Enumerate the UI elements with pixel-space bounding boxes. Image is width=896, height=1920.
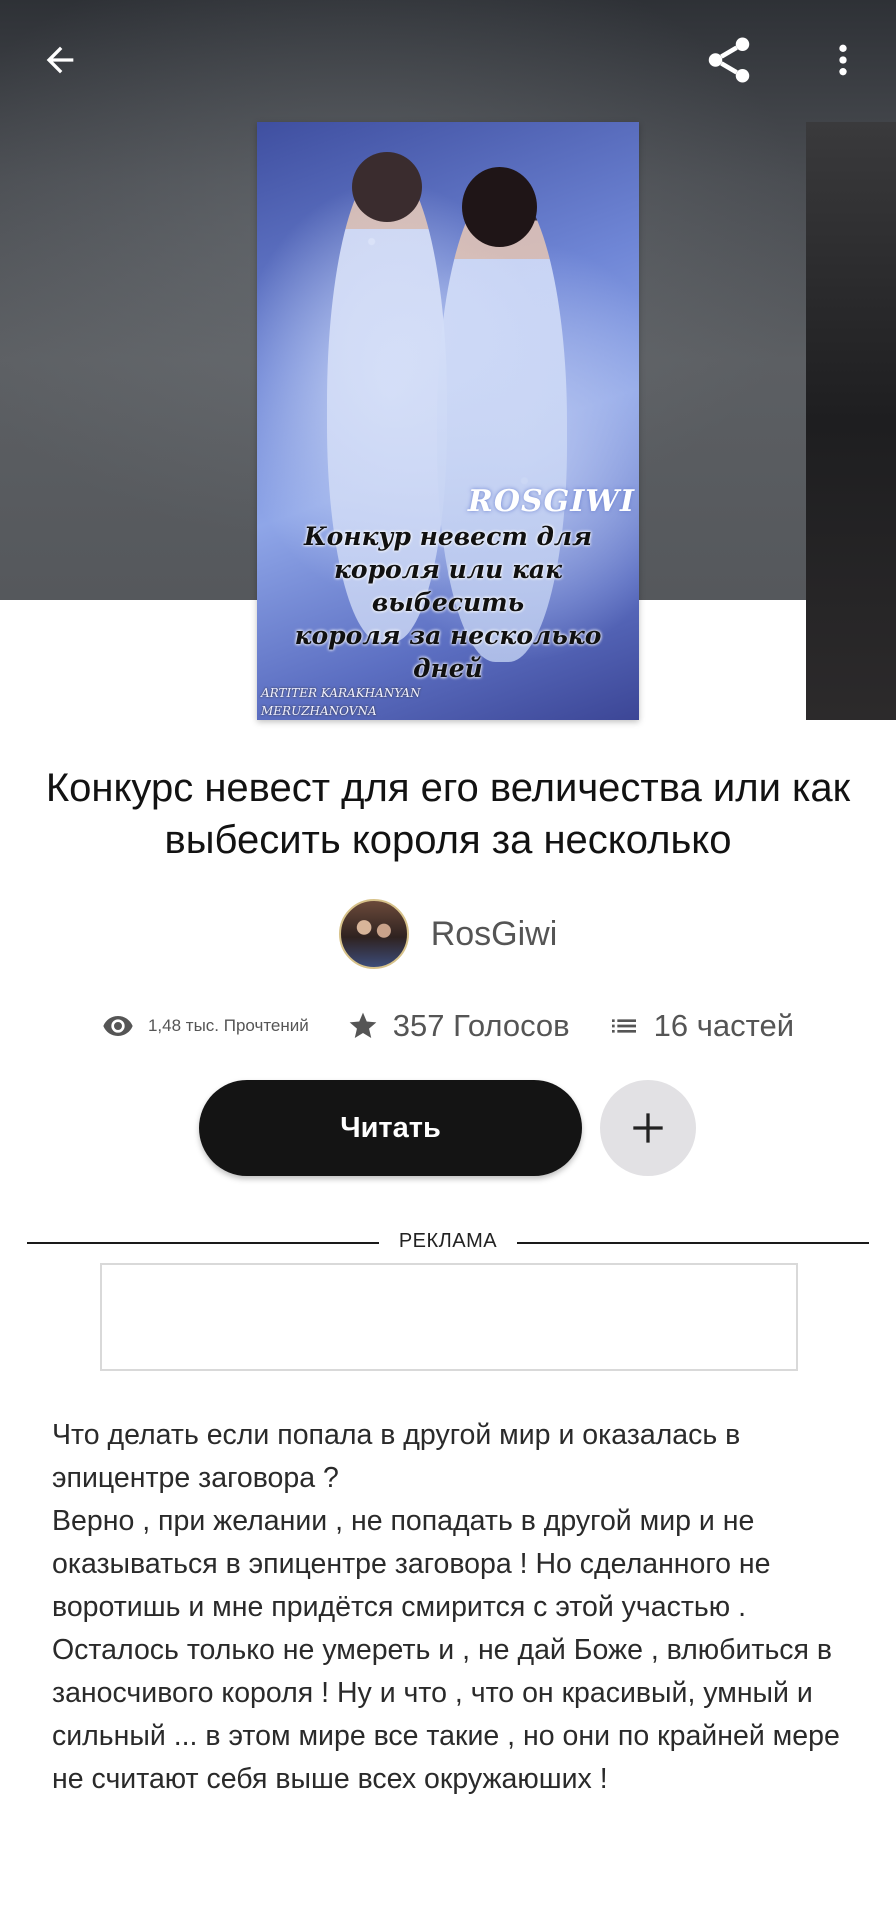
plus-icon <box>633 1113 663 1143</box>
more-options-button[interactable] <box>811 28 875 92</box>
cover-figure-right-head <box>462 167 537 247</box>
cover-figure-left-head <box>352 152 422 222</box>
author-name[interactable]: RosGiwi <box>431 915 558 954</box>
votes-count: 357 Голосов <box>392 1008 570 1043</box>
book-title: Конкурс невест для его величества или ка… <box>45 766 851 862</box>
share-button[interactable] <box>697 28 761 92</box>
stat-parts[interactable]: 16 частей <box>608 1008 794 1044</box>
book-cover: ROSGIWI Конкур невест для короля или как… <box>257 122 639 720</box>
ad-label: РЕКЛАМА <box>398 1230 498 1252</box>
next-book-cover[interactable] <box>806 122 896 720</box>
cover-brand: ROSGIWI <box>467 484 635 519</box>
author-avatar[interactable] <box>338 899 409 969</box>
add-to-library-button[interactable] <box>600 1080 696 1176</box>
star-icon <box>347 1010 379 1042</box>
list-icon <box>608 1010 640 1042</box>
reads-count: 1,48 тыс. Прочтений <box>147 1016 309 1035</box>
ad-divider-left <box>27 1242 379 1244</box>
author-row[interactable]: RosGiwi <box>0 899 896 969</box>
ad-slot[interactable] <box>100 1263 798 1371</box>
cover-title: Конкур невест для короля или как выбесит… <box>294 522 602 683</box>
stat-votes: 357 Голосов <box>347 1008 570 1044</box>
read-button[interactable]: Читать <box>199 1080 582 1176</box>
back-button[interactable] <box>28 28 92 92</box>
book-stats: 1,48 тыс. Прочтений 357 Голосов 16 часте… <box>0 1000 896 1052</box>
stat-reads: 1,48 тыс. Прочтений <box>102 1010 309 1042</box>
eye-icon <box>102 1010 134 1042</box>
arrow-left-icon <box>46 46 74 74</box>
ad-divider-right <box>517 1242 869 1244</box>
cover-credit: ARTITER KARAKHANYAN MERUZHANOVNA <box>261 686 421 718</box>
share-icon <box>708 37 750 83</box>
book-description: Что делать если попала в другой мир и ок… <box>52 1419 840 1795</box>
parts-count[interactable]: 16 частей <box>654 1008 794 1044</box>
more-vertical-icon <box>839 44 847 76</box>
